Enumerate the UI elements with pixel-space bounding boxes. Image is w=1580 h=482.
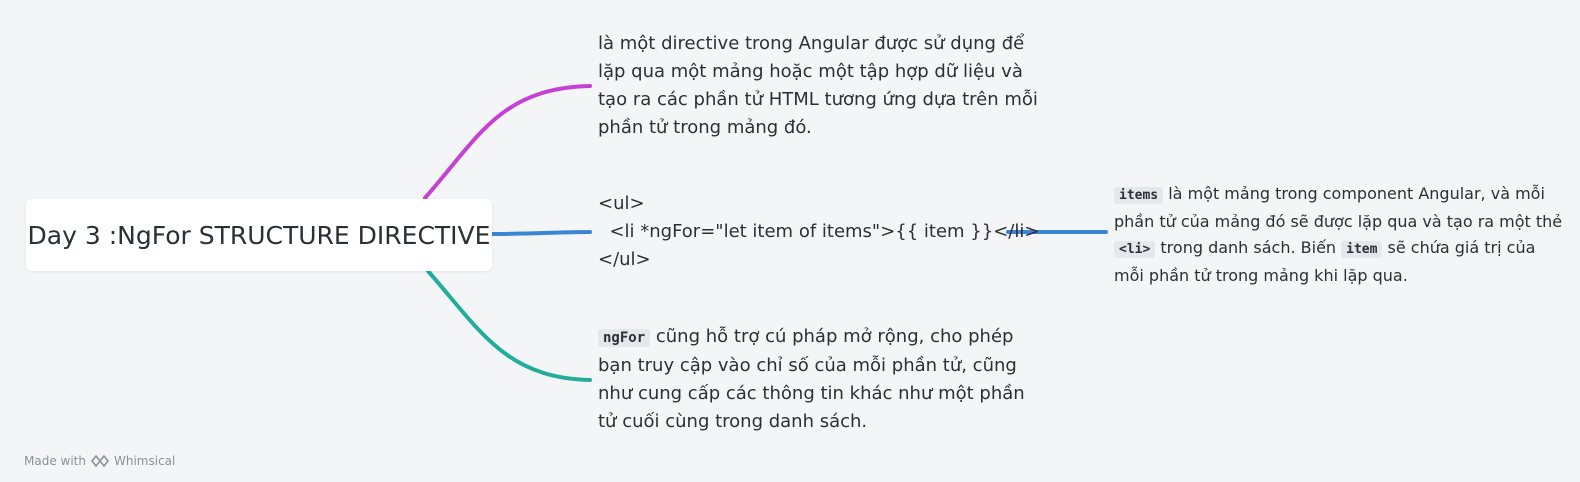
inline-code-li: <li>: [1114, 241, 1156, 258]
node-extended-syntax-text: cũng hỗ trợ cú pháp mở rộng, cho phép bạ…: [598, 326, 1025, 432]
made-with-footer[interactable]: Made with Whimsical: [24, 454, 175, 468]
code-line-ul-open: <ul>: [598, 193, 645, 214]
mindmap-canvas: Day 3 :NgFor STRUCTURE DIRECTIVE là một …: [0, 0, 1580, 482]
connector-bottom: [426, 269, 592, 382]
connector-middle: [490, 230, 592, 236]
node-extended-syntax[interactable]: ngFor cũng hỗ trợ cú pháp mở rộng, cho p…: [598, 323, 1048, 436]
code-line-ul-close: </ul>: [598, 249, 651, 270]
explanation-text-2: trong danh sách. Biến: [1155, 238, 1342, 257]
node-description-text: là một directive trong Angular được sử d…: [598, 33, 1038, 138]
node-code-example[interactable]: <ul> <li *ngFor="let item of items">{{ i…: [598, 190, 1040, 274]
root-title: Day 3 :NgFor STRUCTURE DIRECTIVE: [27, 220, 491, 250]
code-line-li: <li *ngFor="let item of items">{{ item }…: [598, 221, 1040, 242]
explanation-text-1: là một mảng trong component Angular, và …: [1114, 184, 1563, 231]
made-with-label: Made with: [24, 454, 86, 468]
inline-code-item: item: [1341, 241, 1383, 258]
root-node[interactable]: Day 3 :NgFor STRUCTURE DIRECTIVE: [26, 199, 492, 271]
inline-code-ngfor: ngFor: [598, 329, 651, 347]
inline-code-items: items: [1114, 187, 1164, 204]
connector-top: [423, 84, 592, 200]
node-explanation[interactable]: items là một mảng trong component Angula…: [1114, 181, 1564, 289]
whimsical-brand: Whimsical: [113, 454, 176, 468]
node-description[interactable]: là một directive trong Angular được sử d…: [598, 30, 1048, 142]
whimsical-logo-icon: [91, 455, 109, 467]
